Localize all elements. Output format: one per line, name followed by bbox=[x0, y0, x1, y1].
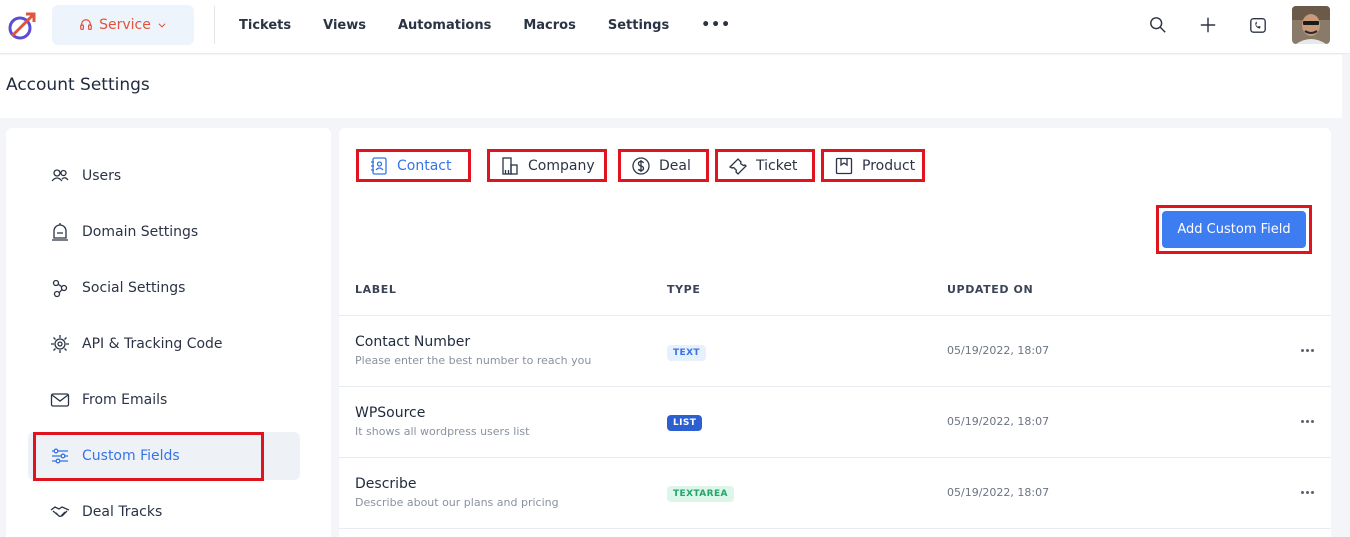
top-bar: Service Tickets Views Automations Macros… bbox=[0, 0, 1350, 54]
type-badge: TEXTAREA bbox=[667, 486, 734, 502]
updated-on: 05/19/2022, 18:07 bbox=[947, 486, 1050, 499]
custom-fields-panel bbox=[339, 128, 1331, 537]
top-navigation: Tickets Views Automations Macros Setting… bbox=[239, 0, 731, 50]
field-label[interactable]: WPSource bbox=[355, 405, 425, 421]
type-badge: TEXT bbox=[667, 345, 706, 361]
handshake-icon bbox=[50, 506, 70, 517]
nav-more-button[interactable]: ••• bbox=[701, 17, 731, 33]
ticket-icon bbox=[728, 157, 747, 175]
add-button[interactable] bbox=[1197, 14, 1219, 36]
page-header: Account Settings bbox=[0, 55, 1342, 118]
api-gear-icon bbox=[51, 335, 69, 353]
sidebar-item-social-settings[interactable]: Social Settings bbox=[28, 264, 300, 312]
column-header-label: LABEL bbox=[355, 283, 397, 296]
tab-ticket[interactable]: Ticket bbox=[715, 149, 815, 182]
nav-settings[interactable]: Settings bbox=[608, 18, 669, 33]
page-title: Account Settings bbox=[6, 75, 150, 95]
column-header-updated-on: UPDATED ON bbox=[947, 283, 1034, 296]
domain-icon bbox=[52, 223, 68, 241]
service-switcher-button[interactable]: Service bbox=[52, 5, 194, 45]
divider bbox=[339, 386, 1331, 387]
highlight-box: Add Custom Field bbox=[1156, 205, 1312, 254]
avatar[interactable] bbox=[1292, 6, 1330, 44]
building-icon bbox=[502, 156, 518, 175]
search-button[interactable] bbox=[1147, 14, 1169, 36]
sidebar-item-deal-tracks[interactable]: Deal Tracks bbox=[28, 488, 300, 536]
updated-on: 05/19/2022, 18:07 bbox=[947, 415, 1050, 428]
row-more-menu-button[interactable] bbox=[1298, 487, 1316, 497]
dollar-coin-icon bbox=[632, 156, 650, 175]
divider bbox=[214, 6, 215, 44]
share-icon bbox=[52, 279, 68, 298]
app-logo-icon[interactable] bbox=[6, 10, 38, 42]
mail-icon bbox=[50, 393, 70, 407]
sidebar-item-label: From Emails bbox=[82, 392, 168, 408]
add-custom-field-button[interactable]: Add Custom Field bbox=[1162, 211, 1306, 248]
service-label: Service bbox=[99, 17, 151, 33]
sidebar-item-api-tracking[interactable]: API & Tracking Code bbox=[28, 320, 300, 368]
plus-icon bbox=[1200, 17, 1216, 33]
nav-automations[interactable]: Automations bbox=[398, 18, 491, 33]
divider bbox=[339, 528, 1331, 529]
nav-views[interactable]: Views bbox=[323, 18, 366, 33]
user-avatar-icon bbox=[1292, 6, 1330, 44]
tab-contact[interactable]: Contact bbox=[356, 149, 471, 182]
phone-button[interactable] bbox=[1247, 14, 1269, 36]
headset-icon bbox=[80, 19, 92, 30]
tab-label: Deal bbox=[659, 157, 691, 174]
divider bbox=[339, 457, 1331, 458]
sidebar-item-label: Domain Settings bbox=[82, 224, 199, 240]
chevron-down-icon bbox=[158, 23, 166, 28]
tab-product[interactable]: Product bbox=[821, 149, 925, 182]
sidebar-item-from-emails[interactable]: From Emails bbox=[28, 376, 300, 424]
tab-label: Product bbox=[862, 157, 916, 174]
sidebar-item-users[interactable]: Users bbox=[28, 152, 300, 200]
row-more-menu-button[interactable] bbox=[1298, 345, 1316, 355]
nav-macros[interactable]: Macros bbox=[523, 18, 576, 33]
updated-on: 05/19/2022, 18:07 bbox=[947, 344, 1050, 357]
column-header-type: TYPE bbox=[667, 283, 701, 296]
search-icon bbox=[1150, 17, 1166, 33]
sidebar-item-label: Social Settings bbox=[82, 280, 186, 296]
field-description: It shows all wordpress users list bbox=[355, 425, 530, 438]
sidebar-item-label: Deal Tracks bbox=[82, 504, 163, 520]
sidebar-item-label: Users bbox=[82, 168, 122, 184]
sidebar-item-label: API & Tracking Code bbox=[82, 336, 223, 352]
product-box-icon bbox=[835, 157, 853, 174]
field-description: Describe about our plans and pricing bbox=[355, 496, 559, 509]
contact-book-icon bbox=[371, 156, 387, 175]
field-description: Please enter the best number to reach yo… bbox=[355, 354, 592, 367]
sidebar-item-domain-settings[interactable]: Domain Settings bbox=[28, 208, 300, 256]
users-icon bbox=[51, 169, 69, 182]
tab-company[interactable]: Company bbox=[487, 149, 607, 182]
tab-label: Company bbox=[528, 157, 595, 174]
row-more-menu-button[interactable] bbox=[1298, 416, 1316, 426]
tab-label: Ticket bbox=[756, 157, 798, 174]
type-badge: LIST bbox=[667, 415, 703, 431]
highlight-box bbox=[33, 432, 264, 481]
nav-tickets[interactable]: Tickets bbox=[239, 18, 291, 33]
phone-icon bbox=[1250, 18, 1266, 33]
divider bbox=[339, 315, 1331, 316]
tab-deal[interactable]: Deal bbox=[618, 149, 709, 182]
tab-label: Contact bbox=[397, 157, 452, 174]
field-label[interactable]: Contact Number bbox=[355, 334, 470, 350]
field-label[interactable]: Describe bbox=[355, 476, 417, 492]
